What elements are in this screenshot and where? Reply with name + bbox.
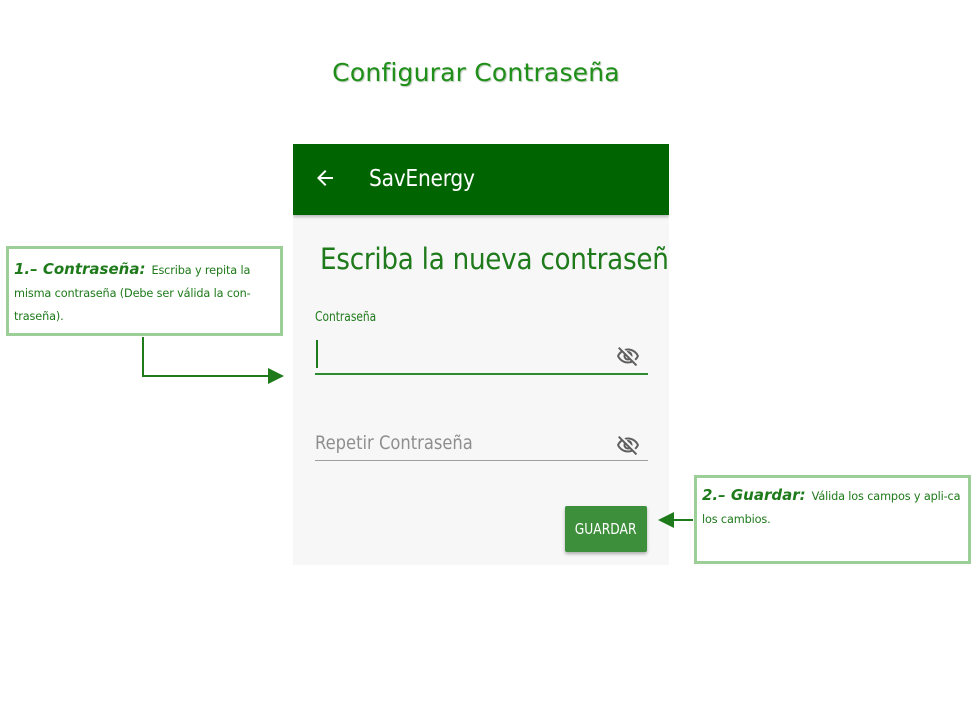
visibility-off-icon[interactable] <box>616 344 640 368</box>
connector-arrow-password <box>142 337 284 384</box>
password-field <box>315 338 648 375</box>
visibility-off-icon[interactable] <box>616 433 640 457</box>
callout-password: 1.– Contraseña: Escriba y repita la misma… <box>6 246 283 336</box>
save-button-label: GUARDAR <box>575 520 637 538</box>
page-heading: Escriba la nueva contraseña <box>320 242 669 276</box>
repeat-password-field <box>315 427 648 461</box>
text-cursor <box>316 340 318 368</box>
repeat-password-underline <box>315 460 648 461</box>
callout-save: 2.– Guardar: Válida los campos y apli-ca … <box>694 475 971 564</box>
password-field-label: Contraseña <box>315 310 377 325</box>
document-title: Configurar Contraseña <box>332 58 620 87</box>
arrow-back-icon[interactable] <box>313 166 337 190</box>
repeat-password-input[interactable] <box>315 427 565 459</box>
app-title: SavEnergy <box>369 166 475 192</box>
password-input[interactable] <box>315 338 605 370</box>
app-screen: SavEnergy Escriba la nueva contraseña Co… <box>293 144 669 565</box>
password-underline <box>315 373 648 375</box>
app-bar: SavEnergy <box>293 144 669 215</box>
save-button[interactable]: GUARDAR <box>565 506 647 552</box>
callout-heading: 2.– Guardar: <box>702 486 806 504</box>
callout-heading: 1.– Contraseña: <box>14 260 146 278</box>
